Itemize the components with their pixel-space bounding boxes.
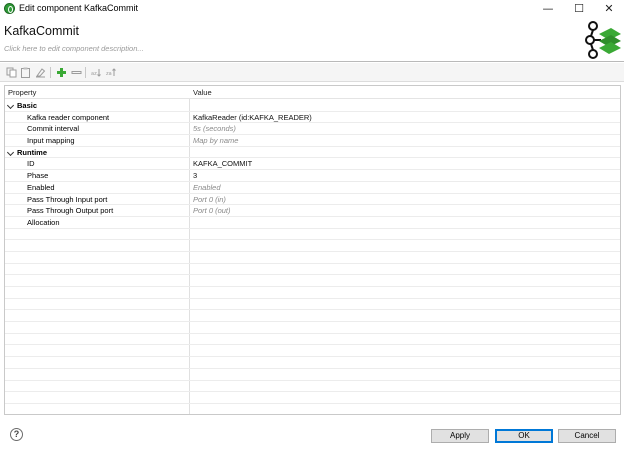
help-icon[interactable]: ? bbox=[10, 428, 23, 441]
toolbar-separator bbox=[50, 67, 51, 78]
toolbar-separator bbox=[85, 67, 86, 78]
window-titlebar: Edit component KafkaCommit — ☐ ✕ bbox=[0, 0, 624, 17]
property-name: Input mapping bbox=[27, 136, 75, 146]
window-title: Edit component KafkaCommit bbox=[19, 3, 139, 13]
property-name: Commit interval bbox=[27, 124, 80, 134]
property-name: Enabled bbox=[27, 182, 55, 192]
copy-icon[interactable] bbox=[6, 67, 17, 78]
ok-button[interactable]: OK bbox=[495, 429, 553, 443]
empty-row bbox=[5, 240, 620, 252]
empty-row bbox=[5, 357, 620, 369]
property-name: Pass Through Input port bbox=[27, 194, 108, 204]
group-row-runtime[interactable]: Runtime bbox=[5, 147, 620, 159]
component-logo-icon bbox=[585, 21, 621, 59]
cancel-button[interactable]: Cancel bbox=[558, 429, 616, 443]
property-value[interactable]: KafkaReader (id:KAFKA_READER) bbox=[193, 113, 312, 123]
group-label: Runtime bbox=[17, 147, 47, 157]
table-row[interactable]: ID KAFKA_COMMIT bbox=[5, 158, 620, 171]
empty-row bbox=[5, 229, 620, 241]
property-value[interactable]: KAFKA_COMMIT bbox=[193, 159, 252, 169]
table-row[interactable]: Input mapping Map by name bbox=[5, 135, 620, 147]
property-value[interactable]: 3 bbox=[193, 171, 197, 181]
sort-az-icon[interactable]: az bbox=[91, 67, 102, 78]
property-name: Allocation bbox=[27, 217, 60, 227]
svg-text:az: az bbox=[91, 71, 97, 77]
property-value[interactable]: 5s (seconds) bbox=[193, 124, 236, 134]
empty-row bbox=[5, 392, 620, 404]
add-icon[interactable] bbox=[56, 67, 67, 78]
property-name: Pass Through Output port bbox=[27, 206, 114, 216]
property-column-header[interactable]: Property bbox=[8, 88, 36, 97]
remove-icon[interactable] bbox=[71, 67, 82, 78]
paste-icon[interactable] bbox=[20, 67, 31, 78]
table-row[interactable]: Allocation bbox=[5, 217, 620, 229]
sort-za-icon[interactable]: za bbox=[106, 67, 117, 78]
svg-text:za: za bbox=[106, 71, 112, 77]
property-name: Kafka reader component bbox=[27, 112, 110, 122]
property-name: Phase bbox=[27, 171, 49, 181]
close-button[interactable]: ✕ bbox=[594, 0, 624, 17]
chevron-down-icon[interactable] bbox=[6, 101, 15, 110]
empty-row bbox=[5, 345, 620, 358]
table-rows: Basic Kafka reader component KafkaReader (… bbox=[5, 100, 620, 414]
table-row[interactable]: Kafka reader component KafkaReader (id:KA… bbox=[5, 112, 620, 124]
table-row[interactable]: Enabled Enabled bbox=[5, 182, 620, 194]
table-row[interactable]: Pass Through Output port Port 0 (out) bbox=[5, 205, 620, 217]
empty-row bbox=[5, 369, 620, 381]
table-row[interactable]: Pass Through Input port Port 0 (in) bbox=[5, 194, 620, 206]
component-name: KafkaCommit bbox=[4, 24, 80, 38]
value-column-header[interactable]: Value bbox=[193, 88, 212, 97]
empty-row bbox=[5, 404, 620, 414]
empty-row bbox=[5, 299, 620, 311]
property-value[interactable]: Enabled bbox=[193, 183, 221, 193]
empty-row bbox=[5, 287, 620, 299]
table-row[interactable]: Commit interval 5s (seconds) bbox=[5, 123, 620, 136]
table-header: Property Value bbox=[5, 86, 620, 99]
minimize-button[interactable]: — bbox=[533, 0, 563, 17]
chevron-down-icon[interactable] bbox=[6, 148, 15, 156]
app-icon bbox=[4, 3, 15, 14]
clear-icon[interactable] bbox=[35, 67, 46, 78]
empty-row bbox=[5, 310, 620, 323]
apply-button[interactable]: Apply bbox=[431, 429, 489, 443]
dialog-header: KafkaCommit Click here to edit component… bbox=[0, 17, 624, 62]
property-value[interactable]: Port 0 (out) bbox=[193, 206, 231, 216]
property-value[interactable]: Port 0 (in) bbox=[193, 195, 226, 205]
empty-row bbox=[5, 252, 620, 264]
property-table: Property Value Basic Kafka reader compone… bbox=[4, 85, 621, 415]
empty-row bbox=[5, 322, 620, 334]
property-value[interactable]: Map by name bbox=[193, 136, 238, 146]
group-row-basic[interactable]: Basic bbox=[5, 100, 620, 112]
empty-row bbox=[5, 264, 620, 276]
group-label: Basic bbox=[17, 101, 38, 110]
property-name: ID bbox=[27, 159, 35, 169]
maximize-button[interactable]: ☐ bbox=[564, 0, 594, 17]
component-description[interactable]: Click here to edit component description… bbox=[4, 44, 144, 53]
empty-row bbox=[5, 334, 620, 346]
table-row[interactable]: Phase 3 bbox=[5, 170, 620, 182]
empty-row bbox=[5, 275, 620, 287]
empty-row bbox=[5, 381, 620, 393]
property-toolbar: az za bbox=[0, 63, 624, 82]
